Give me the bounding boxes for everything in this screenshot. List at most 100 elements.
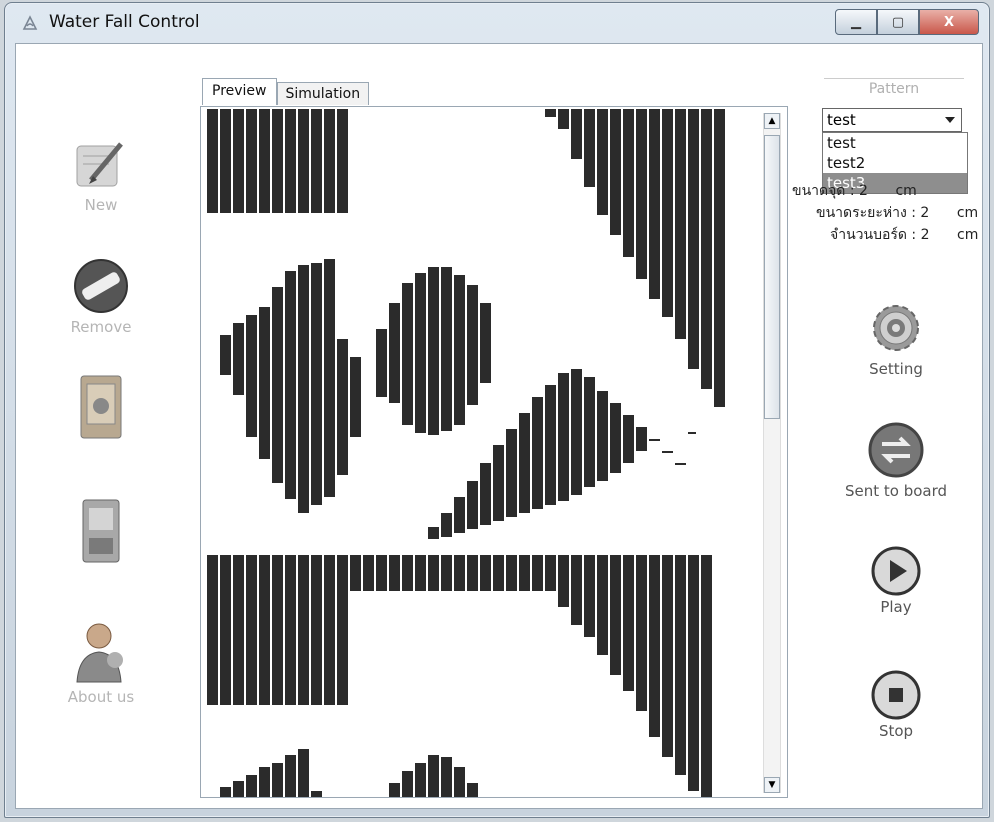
save-button[interactable] <box>56 496 146 568</box>
pattern-select-value: test <box>827 111 856 129</box>
info-spacing: ขนาดระยะห่าง : 2 cm <box>816 202 978 224</box>
remove-label: Remove <box>70 318 132 336</box>
save-icon <box>82 499 120 563</box>
pattern-bar <box>207 109 218 213</box>
pattern-bar <box>415 555 426 591</box>
new-label: New <box>84 196 118 214</box>
pattern-bar <box>636 427 647 451</box>
title-bar[interactable]: Water Fall Control ▁ ▢ X <box>5 3 989 41</box>
pattern-bar <box>519 413 530 513</box>
pattern-bar <box>259 307 270 459</box>
sent-to-board-label: Sent to board <box>844 482 948 500</box>
gear-icon <box>873 305 919 351</box>
pattern-bar <box>246 775 257 797</box>
about-us-button[interactable]: About us <box>56 616 146 706</box>
info-board-count-value: 2 <box>920 227 930 243</box>
pattern-bar <box>558 373 569 501</box>
pattern-bar <box>454 275 465 425</box>
pattern-bar <box>324 109 335 213</box>
maximize-button[interactable]: ▢ <box>877 9 919 35</box>
pattern-bar <box>233 555 244 705</box>
setting-button[interactable]: Setting <box>836 296 956 378</box>
pattern-bar <box>298 555 309 705</box>
vertical-scrollbar[interactable]: ▲ ▼ <box>763 113 781 793</box>
pattern-bar <box>532 397 543 509</box>
pattern-bar <box>337 109 348 213</box>
info-spacing-value: 2 <box>920 205 930 221</box>
pattern-bar <box>545 109 556 117</box>
pattern-bar <box>519 555 530 591</box>
pattern-bar <box>285 555 296 705</box>
pattern-bar <box>688 432 696 434</box>
play-button[interactable]: Play <box>836 544 956 616</box>
pattern-bar <box>376 555 387 591</box>
pattern-bar <box>545 555 556 591</box>
pattern-bar <box>584 555 595 637</box>
pattern-bar <box>272 555 283 705</box>
pattern-bar <box>714 109 725 407</box>
pattern-bar <box>649 439 660 441</box>
pattern-bar <box>480 463 491 525</box>
pattern-bar <box>441 267 452 431</box>
pattern-bar <box>623 555 634 691</box>
pattern-bar <box>272 763 283 797</box>
pattern-bar <box>675 463 686 465</box>
pattern-bar <box>402 283 413 425</box>
pattern-bar <box>454 497 465 533</box>
tab-simulation[interactable]: Simulation <box>276 82 370 105</box>
tab-preview[interactable]: Preview <box>202 78 277 105</box>
pattern-bar <box>610 403 621 473</box>
pattern-bar <box>584 109 595 187</box>
pattern-bar <box>285 755 296 797</box>
pattern-bar <box>233 109 244 213</box>
pattern-bar <box>311 263 322 505</box>
info-board-count-unit: cm <box>957 227 979 243</box>
sent-to-board-button[interactable]: Sent to board <box>836 418 956 500</box>
info-dot-size-label: ขนาดจุด : <box>792 183 855 199</box>
remove-button[interactable]: Remove <box>56 254 146 336</box>
pattern-bar <box>649 555 660 737</box>
pattern-select[interactable]: test <box>822 108 962 132</box>
open-button[interactable] <box>56 372 146 444</box>
pencil-paper-icon <box>76 142 123 187</box>
stop-button[interactable]: Stop <box>836 668 956 740</box>
user-icon <box>76 623 123 683</box>
pattern-bar <box>363 555 374 591</box>
pattern-bar <box>233 781 244 797</box>
pattern-bar <box>428 755 439 797</box>
preview-panel: ▲ ▼ <box>200 106 788 798</box>
pattern-bar <box>493 445 504 521</box>
pattern-bar <box>415 273 426 433</box>
scroll-up-button[interactable]: ▲ <box>764 113 780 129</box>
pattern-bar <box>259 767 270 797</box>
minimize-button[interactable]: ▁ <box>835 9 877 35</box>
pattern-bar <box>298 749 309 797</box>
pattern-bar <box>311 555 322 705</box>
pattern-bar <box>675 109 686 339</box>
info-dot-size-value: 2 <box>859 183 868 199</box>
pattern-header: Pattern <box>824 78 964 97</box>
pattern-bar <box>428 527 439 539</box>
info-board-count-label: จำนวนบอร์ด : <box>830 227 917 243</box>
pattern-bar <box>597 555 608 655</box>
pattern-bar <box>662 109 673 317</box>
pattern-bar <box>389 783 400 797</box>
pattern-option-test[interactable]: test <box>823 133 967 153</box>
pattern-bar <box>649 109 660 299</box>
pattern-bar <box>623 415 634 463</box>
pattern-bar <box>207 555 218 705</box>
app-window: Water Fall Control ▁ ▢ X New Remove Abou… <box>4 2 990 818</box>
new-button[interactable]: New <box>56 132 146 214</box>
scrollbar-thumb[interactable] <box>764 135 780 419</box>
pattern-bar <box>220 335 231 375</box>
pattern-bar <box>350 357 361 437</box>
pattern-bar <box>480 555 491 591</box>
chevron-down-icon[interactable] <box>945 117 955 123</box>
pattern-bar <box>285 271 296 499</box>
pattern-bar <box>337 339 348 475</box>
close-button[interactable]: X <box>919 9 979 35</box>
pattern-bar <box>376 329 387 397</box>
pattern-option-test2[interactable]: test2 <box>823 153 967 173</box>
pattern-bar <box>428 267 439 435</box>
scroll-down-button[interactable]: ▼ <box>764 777 780 793</box>
